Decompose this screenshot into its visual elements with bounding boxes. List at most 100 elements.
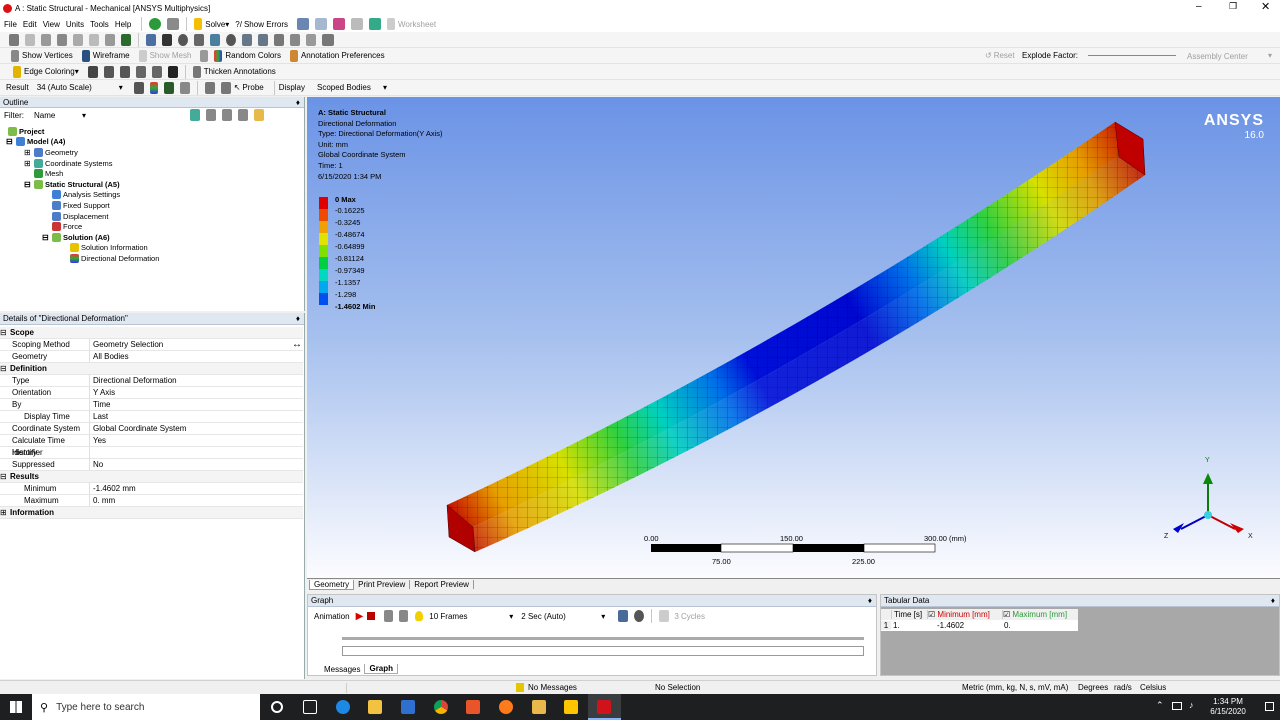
- expand-icon[interactable]: ⊞: [24, 159, 32, 168]
- cortana-icon[interactable]: [271, 701, 283, 713]
- ansys-workbench-icon[interactable]: [564, 700, 578, 714]
- editor-icon[interactable]: [532, 700, 546, 714]
- edge-coloring-button[interactable]: Edge Coloring ▾: [10, 65, 79, 78]
- zoom-fit-icon[interactable]: [210, 33, 220, 46]
- menu-units[interactable]: Units: [66, 20, 84, 29]
- expand-icon[interactable]: ⊞: [0, 508, 8, 517]
- row-suppressed[interactable]: Suppressed No: [0, 458, 303, 471]
- task-view-icon[interactable]: [303, 700, 317, 714]
- bulb-icon[interactable]: [415, 611, 424, 621]
- deformed-beam[interactable]: [307, 97, 1280, 578]
- result-scale-dropdown[interactable]: 34 (Auto Scale): [37, 83, 119, 92]
- chrome-icon[interactable]: [434, 700, 448, 714]
- tree-item-mesh[interactable]: Mesh: [0, 168, 300, 179]
- edge-icon[interactable]: [73, 33, 83, 46]
- tree-item-geometry[interactable]: ⊞ Geometry: [0, 147, 300, 158]
- tree-item-model[interactable]: ⊟ Model (A4): [0, 137, 300, 148]
- edge-browser-icon[interactable]: [336, 700, 350, 714]
- show-mesh-button[interactable]: Show Mesh: [136, 49, 191, 62]
- timeline-track[interactable]: [342, 637, 864, 640]
- magnifier-icon[interactable]: [226, 33, 236, 46]
- assembly-center-chevron-icon[interactable]: ▾: [1268, 51, 1272, 60]
- show-errors-button[interactable]: ?/Show Errors: [235, 20, 288, 29]
- tree-item-displacement[interactable]: Displacement: [0, 211, 300, 222]
- frames-icon[interactable]: [384, 610, 394, 622]
- display-chevron-icon[interactable]: ▾: [383, 83, 387, 92]
- status-units[interactable]: Metric (mm, kg, N, s, mV, mA): [962, 683, 1068, 692]
- face-icon[interactable]: [89, 33, 99, 46]
- status-celsius[interactable]: Celsius: [1140, 683, 1166, 692]
- geometry-display-icon[interactable]: [133, 81, 144, 94]
- pen-icon[interactable]: [167, 65, 178, 78]
- chart-icon[interactable]: [368, 18, 381, 30]
- folder-icon[interactable]: [254, 109, 265, 121]
- table-row[interactable]: 1 1. -1.4602 0.: [881, 620, 1078, 631]
- section-definition[interactable]: ⊟ Definition: [0, 363, 303, 375]
- row-by[interactable]: By Time: [0, 398, 303, 411]
- tree-item-fixed-support[interactable]: Fixed Support: [0, 200, 300, 211]
- cycles-icon[interactable]: [659, 610, 670, 622]
- checkbox-icon[interactable]: ☑: [1003, 610, 1010, 619]
- image-icon[interactable]: [314, 18, 327, 30]
- graphics-viewport[interactable]: A: Static Structural Directional Deforma…: [307, 97, 1280, 578]
- collapse-icon[interactable]: ⊟: [24, 180, 32, 189]
- edge-style-icon[interactable]: [135, 65, 146, 78]
- random-colors-button[interactable]: Random Colors: [211, 49, 281, 62]
- explode-factor-slider[interactable]: [1088, 55, 1176, 56]
- tree-item-coordinate-systems[interactable]: ⊞ Coordinate Systems: [0, 158, 300, 169]
- filter-dropdown[interactable]: Name: [28, 111, 82, 120]
- filter-chevron-icon[interactable]: ▾: [82, 111, 86, 120]
- worksheet-button[interactable]: Worksheet: [398, 20, 436, 29]
- tab-geometry[interactable]: Geometry: [309, 579, 355, 590]
- contour-icon[interactable]: [149, 81, 158, 94]
- row-calculate-time-history[interactable]: Calculate Time History Yes: [0, 434, 303, 457]
- check-icon[interactable]: [149, 18, 162, 30]
- probe-button[interactable]: ↖ Probe: [234, 83, 264, 92]
- minimize-button[interactable]: –: [1196, 1, 1202, 12]
- show-vertices-button[interactable]: Show Vertices: [8, 49, 73, 62]
- clock[interactable]: 1:34 PM 6/15/2020: [1198, 697, 1258, 717]
- frames-chevron-icon[interactable]: ▾: [509, 612, 513, 621]
- worksheet-icon[interactable]: [386, 18, 395, 30]
- row-minimum[interactable]: Minimum -1.4602 mm: [0, 482, 303, 495]
- tab-messages[interactable]: Messages: [320, 665, 364, 674]
- collapse-icon[interactable]: ⊟: [6, 137, 14, 146]
- expand-icon[interactable]: ⊞: [24, 148, 32, 157]
- section-results[interactable]: ⊟ Results: [0, 471, 303, 483]
- tree-item-solution[interactable]: ⊟ Solution (A6): [0, 232, 300, 243]
- pin-icon[interactable]: ♦: [296, 98, 300, 107]
- tab-report-preview[interactable]: Report Preview: [410, 580, 474, 589]
- zoom-box-icon[interactable]: [194, 33, 204, 46]
- section-information[interactable]: ⊞ Information: [0, 507, 303, 519]
- distributed-icon[interactable]: [399, 610, 409, 622]
- tag-icon[interactable]: [306, 33, 316, 46]
- min-icon[interactable]: [220, 81, 231, 94]
- result-scale-chevron-icon[interactable]: ▾: [119, 83, 123, 92]
- assembly-center-dropdown[interactable]: Assembly Center: [1187, 52, 1248, 61]
- body-icon[interactable]: [105, 33, 115, 46]
- firefox-icon[interactable]: [499, 700, 513, 714]
- extend-icon[interactable]: [121, 33, 131, 46]
- wireframe-button[interactable]: Wireframe: [79, 49, 130, 62]
- checkbox-icon[interactable]: ☑: [928, 610, 935, 619]
- tree-item-project[interactable]: Project: [0, 126, 300, 137]
- zoom-icon[interactable]: [178, 33, 188, 46]
- row-geometry[interactable]: Geometry All Bodies: [0, 350, 303, 363]
- row-coordinate-system[interactable]: Coordinate System Global Coordinate Syste…: [0, 422, 303, 435]
- duration-dropdown[interactable]: 2 Sec (Auto): [521, 612, 601, 621]
- tree-item-static-structural[interactable]: ⊟ Static Structural (A5): [0, 179, 300, 190]
- edge-style-icon[interactable]: [103, 65, 114, 78]
- expand-icon[interactable]: [238, 109, 249, 121]
- row-type[interactable]: Type Directional Deformation: [0, 374, 303, 387]
- lock-icon[interactable]: [290, 33, 300, 46]
- store-icon[interactable]: [401, 700, 415, 714]
- collapse-icon[interactable]: ⊟: [0, 472, 8, 481]
- annotation-preferences-button[interactable]: Annotation Preferences: [287, 49, 385, 62]
- solve-button[interactable]: Solve ▾: [191, 18, 229, 30]
- next-view-icon[interactable]: [258, 33, 268, 46]
- pin-icon[interactable]: ♦: [1271, 596, 1275, 605]
- reset-button[interactable]: ↺ Reset: [985, 51, 1015, 60]
- table-icon[interactable]: [296, 18, 309, 30]
- tree-icon[interactable]: [190, 109, 201, 121]
- row-display-time[interactable]: Display Time Last: [0, 410, 303, 423]
